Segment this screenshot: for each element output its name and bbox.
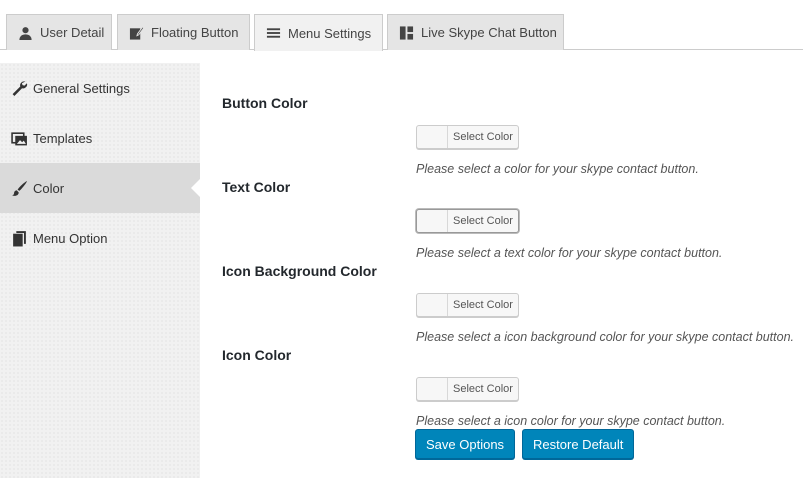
sidebar-item-general-settings[interactable]: General Settings (0, 63, 200, 113)
tab-live-skype-chat-button[interactable]: Live Skype Chat Button (387, 14, 564, 50)
tab-label: Live Skype Chat Button (421, 25, 557, 40)
setting-label: Text Color (222, 179, 291, 195)
color-swatch[interactable] (417, 378, 448, 400)
button-color-picker[interactable]: Select Color (416, 125, 519, 149)
form-actions: Save Options Restore Default (415, 429, 635, 459)
tab-bar: User Detail Floating Button Menu Setting… (0, 0, 803, 51)
tab-label: User Detail (40, 25, 105, 40)
sidebar-item-label: Templates (33, 130, 93, 146)
user-icon (18, 25, 33, 41)
select-color-button[interactable]: Select Color (448, 294, 518, 316)
select-color-button[interactable]: Select Color (448, 378, 518, 400)
pages-icon (11, 230, 28, 247)
sidebar: General Settings Templates Color Menu Op… (0, 63, 200, 478)
tab-floating-button[interactable]: Floating Button (117, 14, 250, 50)
sidebar-item-label: Color (33, 180, 65, 196)
sidebar-item-label: Menu Option (33, 230, 108, 246)
layout-icon (399, 25, 414, 41)
setting-label: Icon Background Color (222, 263, 377, 279)
sidebar-item-color[interactable]: Color (0, 163, 200, 213)
sidebar-item-label: General Settings (33, 80, 130, 96)
edit-icon (129, 25, 144, 41)
setting-label: Button Color (222, 95, 308, 111)
sidebar-item-menu-option[interactable]: Menu Option (0, 213, 200, 263)
sidebar-item-templates[interactable]: Templates (0, 113, 200, 163)
tab-label: Floating Button (151, 25, 239, 40)
icon-color-picker[interactable]: Select Color (416, 377, 519, 401)
tab-label: Menu Settings (288, 25, 372, 41)
color-swatch[interactable] (417, 126, 448, 148)
save-options-button[interactable]: Save Options (415, 429, 516, 459)
select-color-button[interactable]: Select Color (448, 126, 518, 148)
select-color-button[interactable]: Select Color (448, 210, 518, 232)
setting-description: Please select a color for your skype con… (416, 162, 699, 176)
setting-label: Icon Color (222, 347, 292, 363)
text-color-picker[interactable]: Select Color (416, 209, 519, 233)
color-swatch[interactable] (417, 210, 448, 232)
tab-user-detail[interactable]: User Detail (6, 14, 112, 50)
color-swatch[interactable] (417, 294, 448, 316)
images-icon (11, 130, 28, 147)
brush-icon (11, 180, 28, 197)
icon-background-color-picker[interactable]: Select Color (416, 293, 519, 317)
setting-description: Please select a icon color for your skyp… (416, 414, 726, 428)
setting-description: Please select a icon background color fo… (416, 330, 794, 344)
wrench-icon (11, 80, 28, 97)
setting-description: Please select a text color for your skyp… (416, 246, 723, 260)
restore-default-button[interactable]: Restore Default (522, 429, 635, 459)
tab-menu-settings[interactable]: Menu Settings (254, 14, 383, 51)
menu-icon (266, 25, 281, 41)
color-settings-panel: Button Color Select Color Please select … (200, 63, 803, 478)
